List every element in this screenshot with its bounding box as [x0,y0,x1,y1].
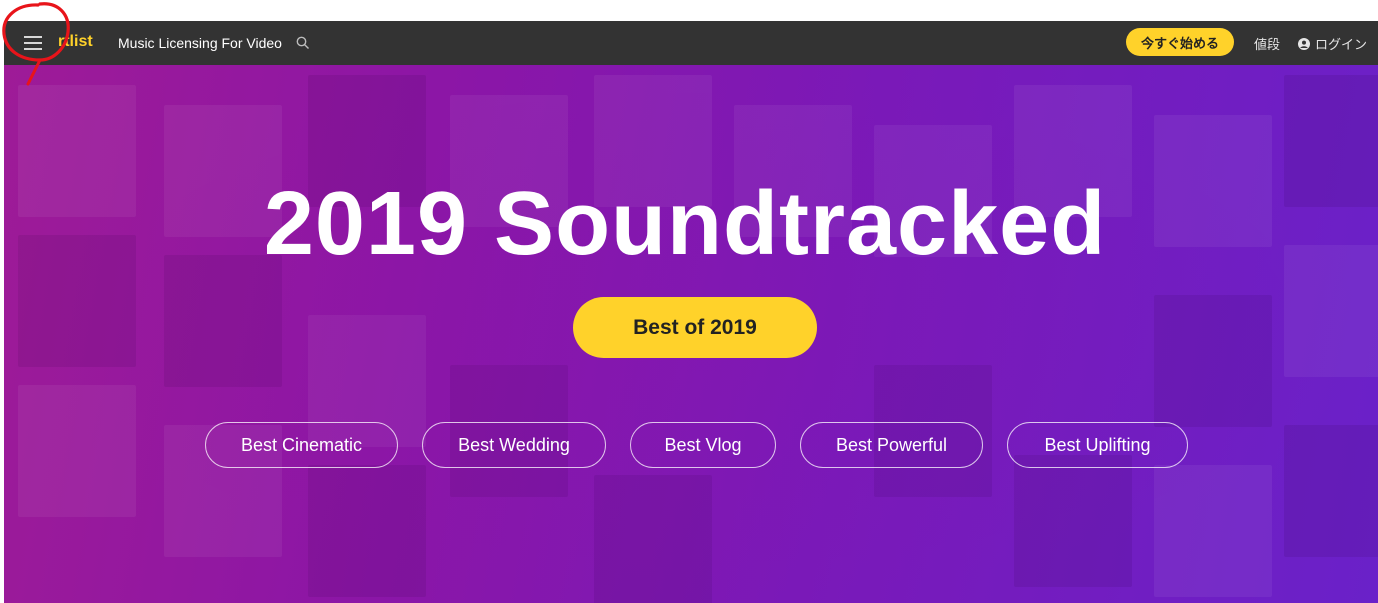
category-pill-cinematic[interactable]: Best Cinematic [205,422,398,468]
category-pill-powerful[interactable]: Best Powerful [800,422,983,468]
logo[interactable]: rtlist [58,33,93,51]
start-now-button[interactable]: 今すぐ始める [1126,28,1234,56]
hamburger-menu-icon[interactable] [24,35,42,51]
category-pill-uplifting[interactable]: Best Uplifting [1007,422,1188,468]
hero-banner: 2019 Soundtracked Best of 2019 Best Cine… [4,65,1378,603]
hero-title: 2019 Soundtracked [263,174,1107,274]
category-pill-wedding[interactable]: Best Wedding [422,422,606,468]
login-label: ログイン [1315,38,1368,53]
search-icon[interactable] [296,36,310,50]
login-link[interactable]: ログイン [1298,34,1367,53]
best-of-2019-button[interactable]: Best of 2019 [573,297,817,358]
top-navbar: rtlist Music Licensing For Video 今すぐ始める … [4,21,1378,65]
pricing-link[interactable]: 値段 [1254,34,1280,53]
category-pill-vlog[interactable]: Best Vlog [630,422,776,468]
tagline: Music Licensing For Video [118,35,282,51]
page: rtlist Music Licensing For Video 今すぐ始める … [0,0,1378,603]
user-circle-icon [1298,37,1310,50]
